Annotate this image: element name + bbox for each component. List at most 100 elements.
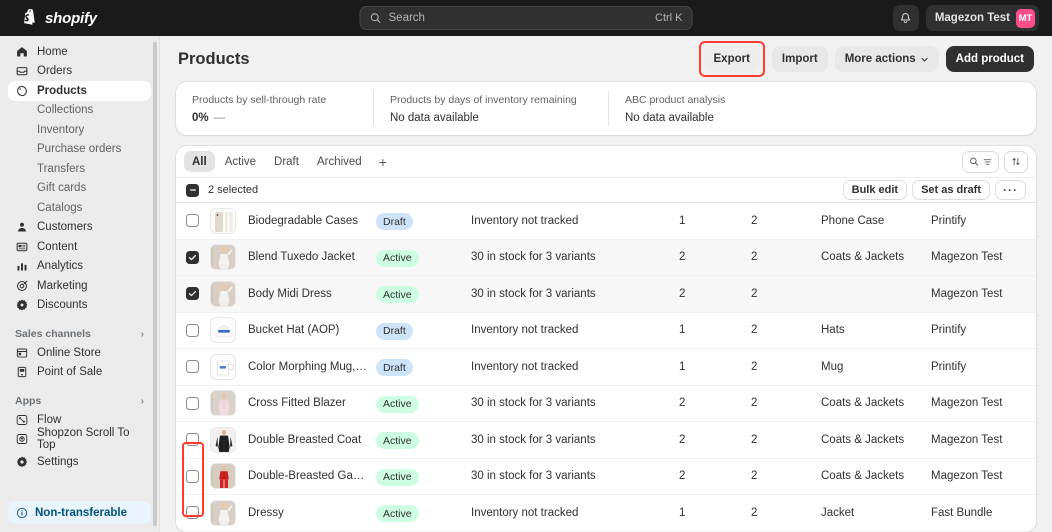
sidebar-item-home[interactable]: Home [8, 42, 151, 62]
sidebar-item-marketing[interactable]: Marketing [8, 276, 151, 296]
tab-add-view[interactable]: + [372, 151, 394, 172]
row-checkbox-cell [186, 360, 210, 374]
tab-draft[interactable]: Draft [266, 151, 307, 172]
product-name[interactable]: Double-Breasted Gabardine Blazer [248, 470, 376, 482]
minus-icon [189, 189, 196, 191]
sidebar-item-online-store[interactable]: Online Store [8, 343, 151, 363]
bulk-more-button[interactable]: ··· [995, 180, 1026, 200]
tab-all[interactable]: All [184, 151, 215, 172]
row-checkbox[interactable] [186, 250, 199, 264]
category-text: Coats & Jackets [821, 397, 905, 410]
add-product-button[interactable]: Add product [945, 46, 1034, 72]
tabs-row: All Active Draft Archived + [176, 146, 1036, 177]
shopify-logo[interactable]: shopify [10, 9, 97, 27]
sidebar-item-analytics[interactable]: Analytics [8, 257, 151, 277]
marketing-icon [15, 280, 29, 292]
import-button[interactable]: Import [771, 46, 828, 72]
product-name[interactable]: Double Breasted Coat [248, 434, 376, 446]
sidebar-item-content[interactable]: Content [8, 237, 151, 257]
sidebar-item-settings[interactable]: Settings [8, 452, 151, 472]
metric-sell-through-rate[interactable]: Products by sell-through rate 0% — [176, 91, 373, 126]
sidebar-item-label: Online Store [37, 346, 101, 359]
row-checkbox[interactable] [186, 469, 199, 483]
products-table-card: All Active Draft Archived + 2 selected B… [176, 146, 1036, 532]
sidebar-scrollbar[interactable] [153, 42, 157, 526]
metric-number: 0% [192, 111, 209, 124]
table-row[interactable]: Body Midi Dress Active 30 in stock for 3 v… [176, 276, 1036, 313]
status-badge: Active [376, 432, 419, 449]
table-controls [962, 150, 1028, 173]
table-row[interactable]: Bucket Hat (AOP) Draft Inventory not track… [176, 313, 1036, 349]
product-name[interactable]: Body Midi Dress [248, 288, 376, 300]
global-search[interactable]: Search Ctrl K [359, 6, 693, 30]
status-badge: Draft [376, 213, 413, 230]
row-checkbox[interactable] [186, 214, 199, 228]
sidebar-item-catalogs[interactable]: Catalogs [8, 198, 151, 218]
sidebar-section-apps[interactable]: Apps › [8, 392, 151, 410]
product-name[interactable]: Dressy [248, 507, 376, 519]
row-checkbox[interactable] [186, 360, 199, 374]
user-menu[interactable]: Magezon Test MT [925, 5, 1039, 31]
search-and-filter-button[interactable] [962, 150, 999, 173]
export-button[interactable]: Export [703, 46, 760, 72]
row-checkbox[interactable] [186, 323, 199, 337]
product-name[interactable]: Color Morphing Mug, 11oz [248, 361, 376, 373]
table-row[interactable]: Dressy Active Inventory not tracked 1 2 Jacke… [176, 495, 1036, 532]
sidebar-item-shopzon-scroll-to-top[interactable]: Shopzon Scroll To Top [8, 427, 151, 451]
page-header: Products Export Import More actions Add … [176, 36, 1036, 82]
sidebar-item-purchase-orders[interactable]: Purchase orders [8, 140, 151, 160]
table-row[interactable]: Color Morphing Mug, 11oz Draft Inventory n… [176, 349, 1036, 386]
sidebar-item-customers[interactable]: Customers [8, 218, 151, 238]
row-checkbox[interactable] [186, 433, 199, 447]
sidebar-section-sales-channels[interactable]: Sales channels › [8, 325, 151, 343]
bulk-edit-button[interactable]: Bulk edit [842, 180, 908, 200]
table-row[interactable]: Biodegradable Cases Draft Inventory not tr… [176, 203, 1036, 240]
sidebar-item-transfers[interactable]: Transfers [8, 159, 151, 179]
sidebar-item-products[interactable]: Products [8, 81, 151, 101]
markets-count: 2 [751, 360, 758, 373]
metric-abc-analysis[interactable]: ABC product analysis No data available [608, 91, 741, 126]
sidebar-item-collections[interactable]: Collections [8, 101, 151, 121]
sidebar-item-label: Settings [37, 455, 79, 468]
row-checkbox[interactable] [186, 287, 199, 301]
vendor-text: Magezon Test [931, 251, 1003, 264]
select-all-checkbox[interactable] [186, 183, 199, 197]
table-row[interactable]: Double-Breasted Gabardine BlazerActive 30… [176, 459, 1036, 495]
row-checkbox[interactable] [186, 396, 199, 410]
sidebar-item-inventory[interactable]: Inventory [8, 120, 151, 140]
search-input[interactable]: Search [389, 12, 649, 24]
set-as-draft-button[interactable]: Set as draft [912, 180, 990, 200]
sidebar-item-orders[interactable]: Orders [8, 62, 151, 82]
row-checkbox-cell [186, 506, 210, 520]
metric-days-of-inventory[interactable]: Products by days of inventory remaining … [373, 91, 608, 126]
product-name[interactable]: Blend Tuxedo Jacket [248, 251, 376, 263]
content-icon [15, 241, 29, 253]
sidebar-item-gift-cards[interactable]: Gift cards [8, 179, 151, 199]
row-checkbox-cell [186, 250, 210, 264]
non-transferable-badge[interactable]: Non-transferable [8, 501, 151, 524]
sales-channels-count: 2 [679, 287, 686, 300]
row-checkbox-cell [186, 433, 210, 447]
product-name[interactable]: Biodegradable Cases [248, 215, 376, 227]
sort-button[interactable] [1004, 150, 1028, 173]
category-text: Phone Case [821, 214, 885, 227]
table-row[interactable]: Cross Fitted Blazer Active 30 in stock for… [176, 386, 1036, 422]
sidebar-item-discounts[interactable]: Discounts [8, 296, 151, 316]
table-row[interactable]: Double Breasted Coat Active 30 in stock fo… [176, 422, 1036, 459]
product-name[interactable]: Bucket Hat (AOP) [248, 324, 376, 336]
row-thumbnail-cell [210, 280, 248, 307]
tab-active[interactable]: Active [217, 151, 264, 172]
row-checkbox[interactable] [186, 506, 199, 520]
table-row[interactable]: Blend Tuxedo Jacket Active 30 in stock for… [176, 239, 1036, 276]
product-thumbnail [210, 499, 236, 526]
more-actions-button[interactable]: More actions [834, 46, 939, 72]
notifications-button[interactable] [892, 5, 919, 31]
sales-channels-count: 1 [679, 324, 686, 337]
sidebar-item-point-of-sale[interactable]: Point of Sale [8, 363, 151, 383]
tab-archived[interactable]: Archived [309, 151, 370, 172]
vendor-text: Printify [931, 360, 967, 373]
sales-channels-count: 2 [679, 433, 686, 446]
product-name[interactable]: Cross Fitted Blazer [248, 397, 376, 409]
selected-count: 2 selected [208, 184, 259, 196]
chevron-right-icon: › [140, 395, 144, 407]
